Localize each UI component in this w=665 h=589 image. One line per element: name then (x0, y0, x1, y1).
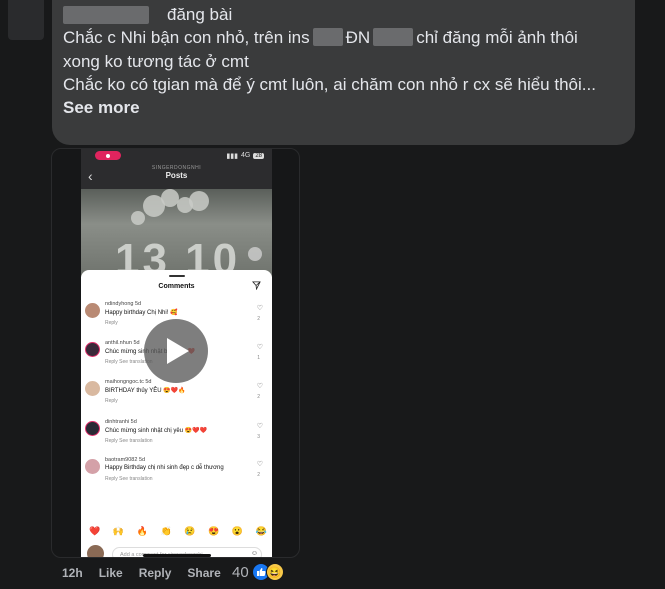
comments-title: Comments (158, 283, 195, 290)
own-avatar (87, 545, 104, 557)
instagram-post-view: ▮▮▮ 4G 28 ‹ SINGERDONGNHI Posts 13 10 (81, 149, 272, 284)
comment-avatar (85, 303, 100, 318)
like-button[interactable]: Like (99, 566, 123, 580)
emoji-surprised: 😮 (231, 526, 244, 536)
comment-meta: Reply See translation (105, 438, 153, 444)
redacted-commenter-name[interactable] (63, 6, 149, 24)
comment-line-1: Chắc c Nhi bận con nhỏ, trên ins ĐN chỉ đă… (63, 26, 623, 50)
photo-overlay-button-icon (248, 247, 262, 261)
comment-avatar (85, 342, 100, 357)
comment-text-segment: chỉ đăng mỗi ảnh thôi (416, 28, 578, 47)
comment-username: ndindyhong 5d (105, 301, 142, 307)
comment-like-count: 2 (257, 394, 260, 400)
comment-username: maihongngoc.tc 5d (105, 379, 152, 385)
emoji-reaction-row: ❤️ 🙌 🔥 👏 😢 😍 😮 😂 (89, 526, 267, 537)
post-photo: 13 10 (81, 189, 272, 284)
send-icon (252, 281, 261, 290)
comment-text: Happy Birthday chị nhi sinh đẹp c dễ thư… (105, 465, 224, 471)
haha-reaction-icon: 😆 (265, 563, 284, 581)
comment-meta: Reply (105, 320, 118, 326)
comment-timestamp[interactable]: 12h (62, 566, 83, 580)
ig-header: SINGERDONGNHI Posts (81, 165, 272, 180)
emoji-fire: 🔥 (136, 526, 148, 536)
comment-username: anthil.nhun 5d (105, 340, 140, 346)
commenter-avatar[interactable] (8, 0, 44, 40)
comment-text-segment: Chắc c Nhi bận con nhỏ, trên ins (63, 28, 310, 47)
reaction-count: 40 (232, 563, 249, 581)
heart-icon: ♡ (256, 344, 263, 351)
home-indicator (143, 554, 211, 557)
reaction-summary[interactable]: 40 😆 (232, 563, 284, 581)
see-more-link[interactable]: See more (63, 97, 623, 119)
comment-text-segment: ĐN (345, 28, 371, 47)
comment-username: baotram9082 5d (105, 457, 146, 463)
heart-icon: ♡ (256, 423, 263, 430)
emoji-laugh: 😂 (255, 526, 267, 536)
status-bar: ▮▮▮ 4G 28 (81, 149, 272, 162)
comment-like-count: 3 (257, 434, 260, 440)
comment-bubble: đăng bài Chắc c Nhi bận con nhỏ, trên in… (52, 0, 635, 145)
comment-avatar (85, 381, 100, 396)
redacted-text (312, 28, 343, 46)
heart-icon: ♡ (256, 461, 263, 468)
comments-sheet: Comments ndindyhong 5d Happy birthday Ch… (81, 270, 272, 557)
comment-meta: Reply (105, 398, 118, 404)
signal-icon: ▮▮▮ (226, 152, 238, 160)
share-button[interactable]: Share (187, 566, 220, 580)
comment-item: baotram9082 5d Happy Birthday chị nhi si… (85, 457, 265, 487)
emoji-cry: 😢 (184, 526, 196, 536)
comment-header: đăng bài (63, 4, 623, 26)
comment-header-suffix: đăng bài (167, 5, 233, 24)
comment-avatar (85, 459, 100, 474)
comment-text: Chúc mừng sinh nhật chị yêu 😍❤️❤️ (105, 428, 208, 434)
redacted-text (373, 28, 414, 46)
comment-text: BIRTHDAY thủy YÊU 😍❤️🔥 (105, 388, 186, 394)
comment-item: maihongngoc.tc 5d BIRTHDAY thủy YÊU 😍❤️🔥… (85, 379, 265, 409)
emoji-heart-eyes: 😍 (208, 526, 220, 536)
battery-icon: 28 (253, 152, 264, 159)
comment-meta: Reply See translation (105, 476, 153, 482)
sticker-icon: ☺ (250, 550, 258, 557)
heart-icon: ♡ (256, 305, 263, 312)
comment-like-count: 2 (257, 316, 260, 322)
comment-like-count: 2 (257, 472, 260, 478)
recording-indicator (95, 151, 121, 160)
comment-username: dinhtranhi 5d (105, 419, 137, 425)
comment-line-3: Chắc ko có tgian mà để ý cmt luôn, ai ch… (63, 75, 596, 94)
comment-avatar (85, 421, 100, 436)
play-button[interactable] (144, 319, 208, 383)
comment-actions: 12h Like Reply Share (62, 566, 237, 580)
comment-line-2: xong ko tương tác ở cmt (63, 51, 249, 71)
comment-like-count: 1 (257, 355, 260, 361)
play-icon (167, 338, 189, 364)
emoji-heart: ❤️ (89, 526, 101, 536)
emoji-raised-hands: 🙌 (112, 526, 125, 536)
heart-icon: ♡ (256, 383, 263, 390)
sheet-grabber (169, 275, 185, 277)
emoji-clap: 👏 (160, 526, 172, 536)
ig-title: Posts (165, 171, 188, 180)
network-label: 4G (240, 152, 251, 159)
comment-item: dinhtranhi 5d Chúc mừng sinh nhật chị yê… (85, 419, 265, 449)
reply-button[interactable]: Reply (139, 566, 172, 580)
comment-text: Happy birthday Chị Nhi! 🥰 (105, 310, 178, 316)
